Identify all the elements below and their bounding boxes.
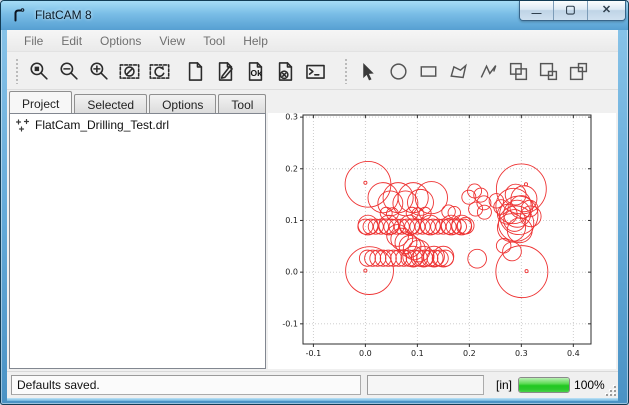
maximize-icon: ▢	[565, 5, 575, 16]
replot-button[interactable]	[145, 57, 173, 85]
progress-bar	[518, 377, 570, 393]
toolbar2-drag-handle[interactable]	[344, 58, 348, 84]
close-icon: ✕	[602, 5, 611, 16]
progress-fill	[519, 378, 569, 392]
rectangle-tool-icon	[418, 61, 439, 82]
maximize-button[interactable]: ▢	[554, 1, 588, 20]
accept-ok-icon: Ok	[245, 61, 266, 82]
svg-text:0.0: 0.0	[285, 268, 298, 277]
menu-options[interactable]: Options	[91, 32, 150, 50]
menu-view[interactable]: View	[150, 32, 194, 50]
drill-plot: -0.1 0.0 0.1 0.2 0.3 0.4 -0.1 0.0 0.1 0.2 0.3	[268, 113, 616, 369]
polyline-tool-icon	[478, 61, 499, 82]
tab-options[interactable]: Options	[149, 94, 216, 113]
menu-help[interactable]: Help	[234, 32, 277, 50]
new-project-icon	[185, 61, 206, 82]
polygon-cut-icon	[568, 61, 589, 82]
flatcam-logo-icon	[11, 7, 27, 23]
polygon-union-button[interactable]	[504, 57, 532, 85]
open-project-icon	[215, 61, 236, 82]
shell-icon	[305, 61, 326, 82]
circle-tool-icon	[388, 61, 409, 82]
polygon-tool-icon	[448, 61, 469, 82]
svg-text:0.3: 0.3	[515, 349, 528, 358]
zoom-out-button[interactable]	[55, 57, 83, 85]
cancel-delete-icon	[275, 61, 296, 82]
menu-edit[interactable]: Edit	[52, 32, 91, 50]
titlebar[interactable]: FlatCAM 8 — ▢ ✕	[1, 1, 628, 30]
tree-item-label: FlatCam_Drilling_Test.drl	[35, 118, 169, 132]
svg-text:-0.1: -0.1	[282, 319, 298, 328]
zoom-in-icon	[89, 61, 110, 82]
minimize-button[interactable]: —	[520, 1, 554, 20]
polygon-cut-button[interactable]	[564, 57, 592, 85]
zoom-out-icon	[59, 61, 80, 82]
status-message: Defaults saved.	[17, 378, 100, 392]
window-bottom-border	[7, 398, 618, 401]
close-button[interactable]: ✕	[588, 1, 625, 20]
zoom-fit-button[interactable]	[25, 57, 53, 85]
window-title: FlatCAM 8	[35, 8, 92, 22]
toolbar: Ok	[7, 53, 618, 90]
toolbar-drag-handle[interactable]	[15, 58, 19, 84]
zoom-fit-icon	[29, 61, 50, 82]
tab-tool[interactable]: Tool	[218, 94, 266, 113]
menu-tool[interactable]: Tool	[194, 32, 234, 50]
draw-circle-button[interactable]	[384, 57, 412, 85]
polygon-union-icon	[508, 61, 529, 82]
svg-text:0.3: 0.3	[285, 113, 298, 122]
plot-canvas[interactable]: -0.1 0.0 0.1 0.2 0.3 0.4 -0.1 0.0 0.1 0.2 0.3	[268, 113, 616, 369]
caption-buttons: — ▢ ✕	[519, 1, 626, 21]
tab-project[interactable]: Project	[9, 91, 72, 113]
new-project-button[interactable]	[181, 57, 209, 85]
status-position-box	[367, 375, 484, 395]
tab-selected[interactable]: Selected	[74, 94, 147, 113]
zoom-in-button[interactable]	[85, 57, 113, 85]
units-label: [in]	[496, 378, 512, 392]
svg-text:0.1: 0.1	[285, 216, 298, 225]
shell-button[interactable]	[301, 57, 329, 85]
draw-rectangle-button[interactable]	[414, 57, 442, 85]
clear-plot-icon	[119, 61, 140, 82]
menubar: File Edit Options View Tool Help	[7, 30, 618, 52]
project-tree-panel: FlatCam_Drilling_Test.drl	[9, 113, 266, 369]
select-tool-button[interactable]	[354, 57, 382, 85]
svg-text:Ok: Ok	[250, 68, 262, 78]
progress-percent-label: 100%	[574, 378, 605, 392]
panel-tabs: Project Selected Options Tool	[9, 91, 268, 113]
minimize-icon: —	[532, 9, 542, 19]
statusbar: Defaults saved. [in] 100%	[7, 371, 618, 398]
svg-text:0.1: 0.1	[411, 349, 424, 358]
svg-text:0.2: 0.2	[463, 349, 476, 358]
open-project-button[interactable]	[211, 57, 239, 85]
svg-text:-0.1: -0.1	[306, 349, 322, 358]
accept-ok-button[interactable]: Ok	[241, 57, 269, 85]
replot-icon	[149, 61, 170, 82]
polygon-subtract-button[interactable]	[534, 57, 562, 85]
draw-polygon-button[interactable]	[444, 57, 472, 85]
client-area: File Edit Options View Tool Help	[7, 30, 618, 398]
menu-file[interactable]: File	[15, 32, 52, 50]
drill-object-icon	[16, 119, 29, 132]
tree-item-drill-object[interactable]: FlatCam_Drilling_Test.drl	[10, 114, 265, 134]
resize-grip[interactable]	[604, 384, 616, 396]
cancel-delete-button[interactable]	[271, 57, 299, 85]
draw-polyline-button[interactable]	[474, 57, 502, 85]
svg-text:0.4: 0.4	[567, 349, 580, 358]
select-arrow-icon	[358, 61, 379, 82]
polygon-subtract-icon	[538, 61, 559, 82]
svg-text:0.0: 0.0	[359, 349, 372, 358]
status-message-box: Defaults saved.	[11, 375, 361, 395]
clear-plot-button[interactable]	[115, 57, 143, 85]
app-window: FlatCAM 8 — ▢ ✕ File Edit Options View T…	[0, 0, 629, 405]
svg-text:0.2: 0.2	[285, 164, 298, 173]
